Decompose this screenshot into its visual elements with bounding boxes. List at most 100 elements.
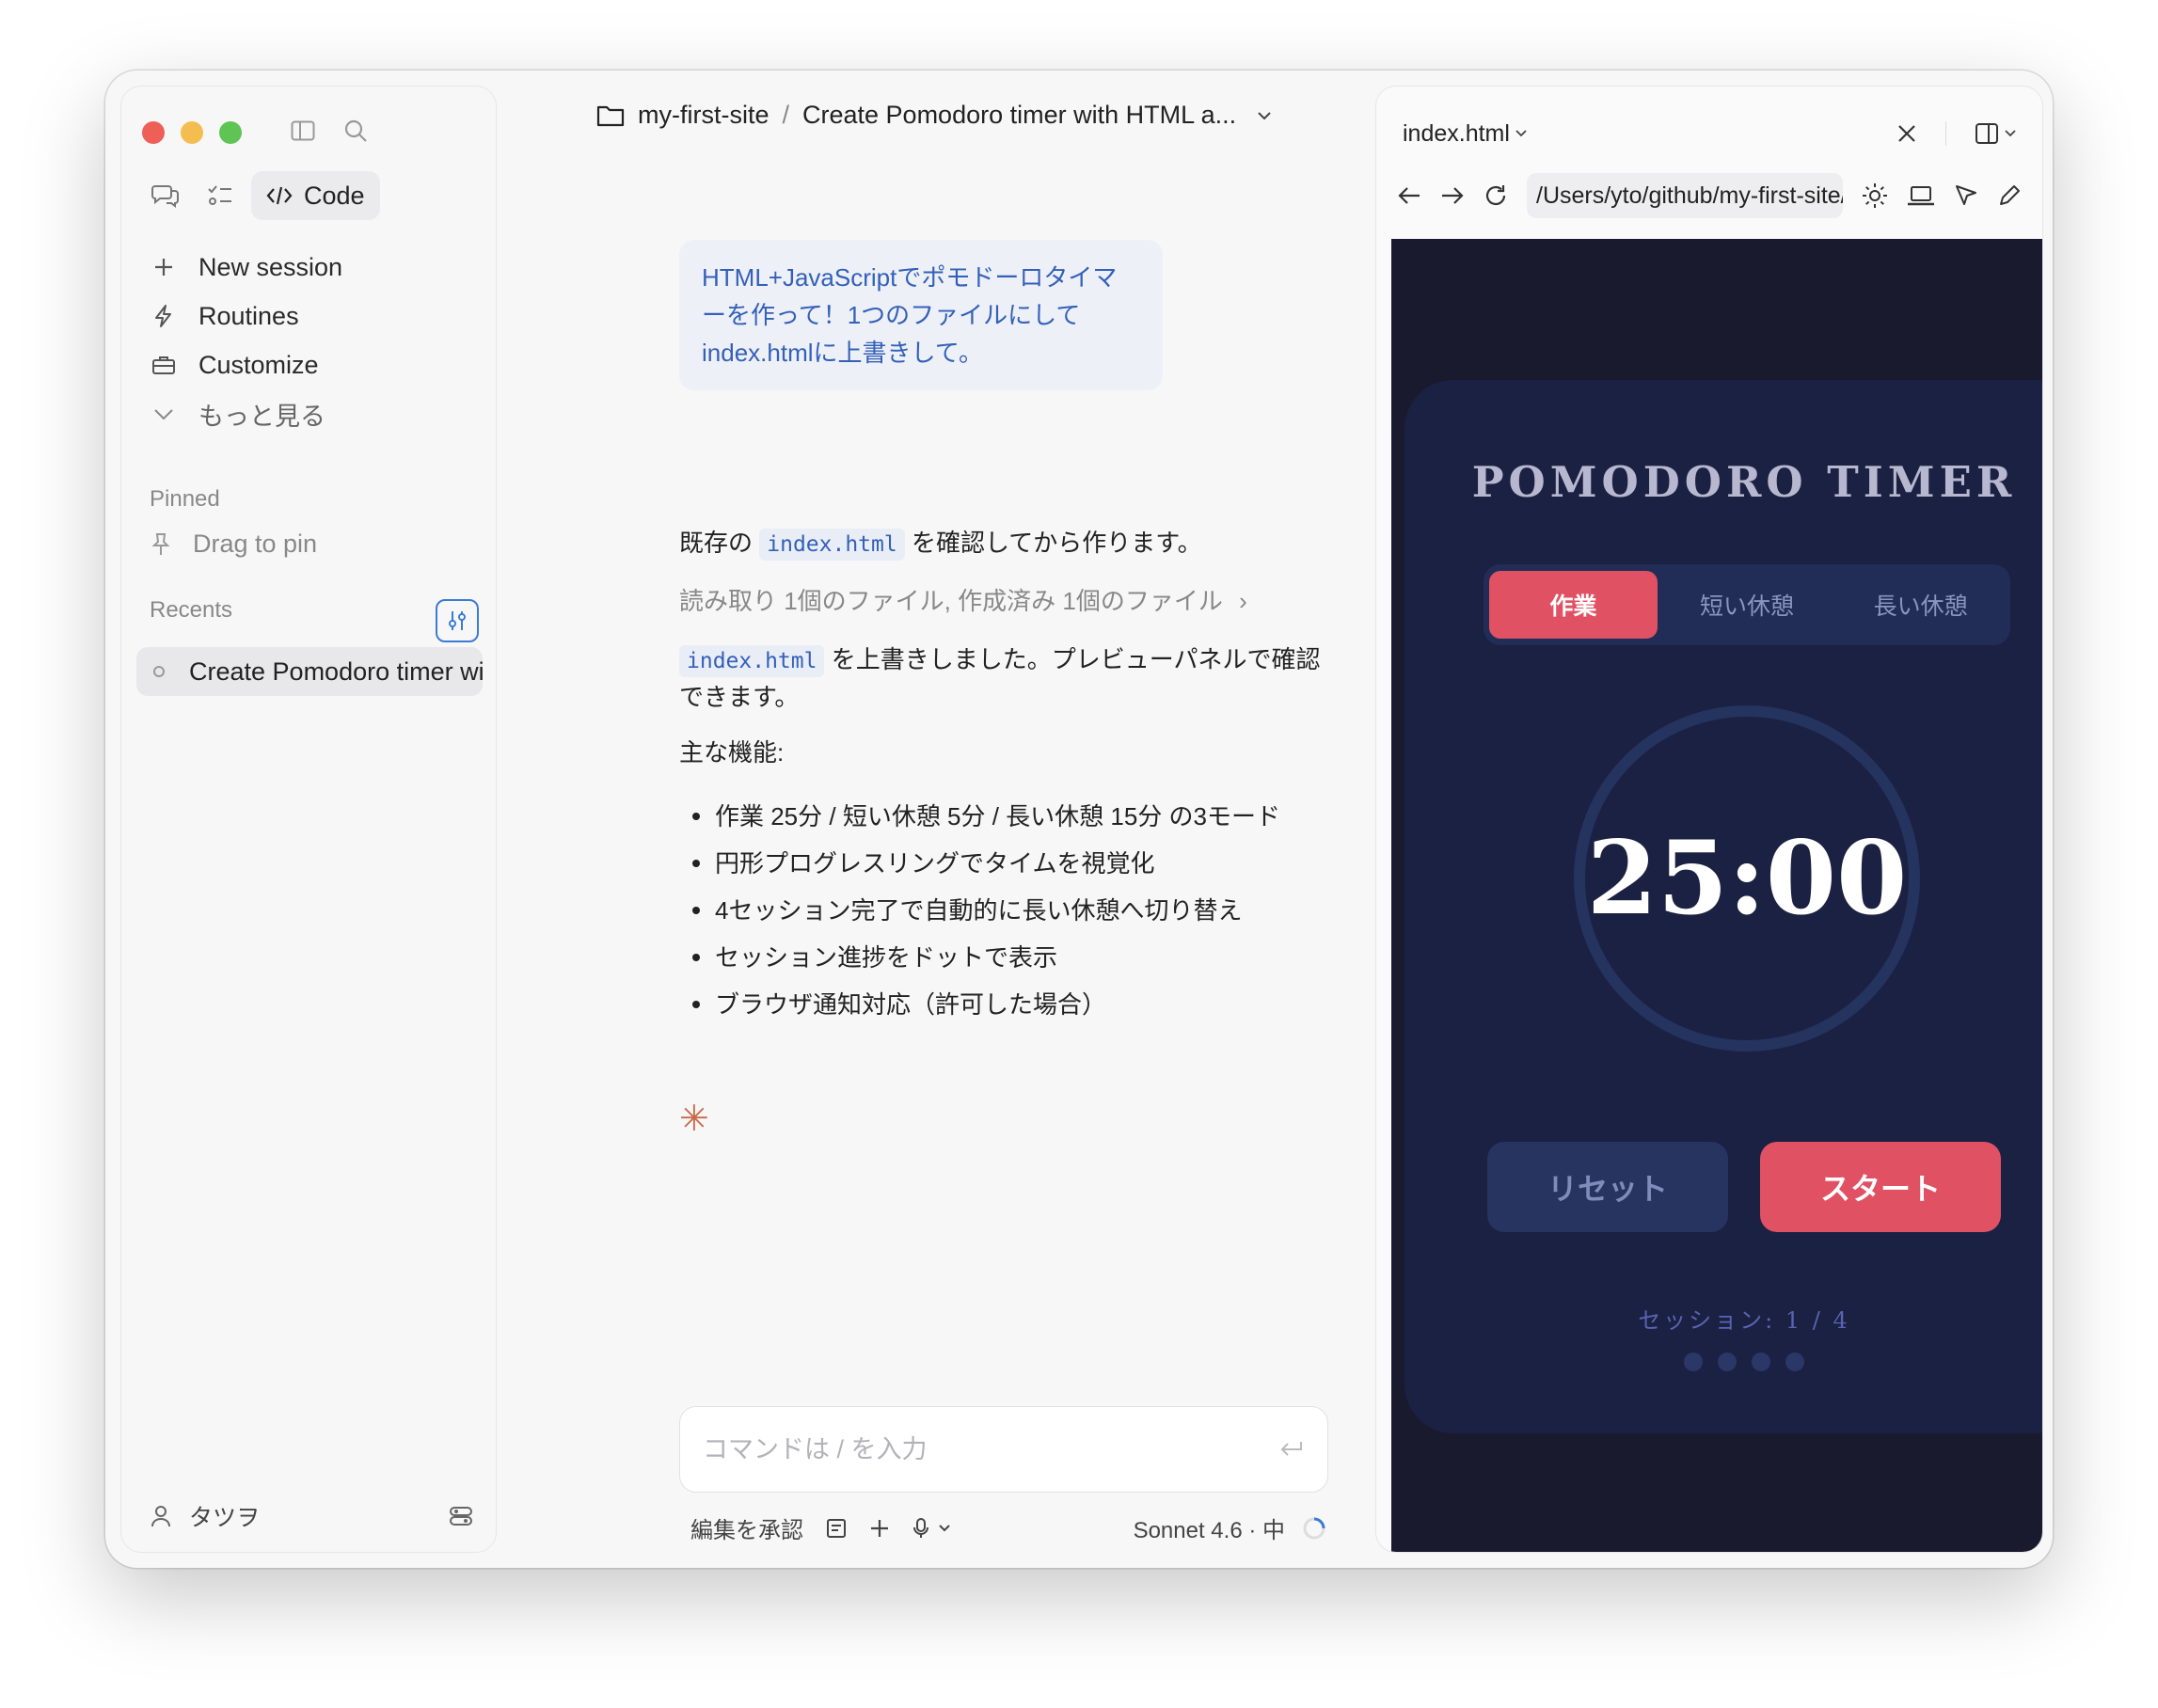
device-laptop-icon[interactable] [1907,184,1935,207]
customize-label: Customize [198,350,319,379]
session-title: Create Pomodoro timer with HTML a... [802,101,1237,129]
list-item: 作業 25分 / 短い休憩 5分 / 長い休憩 15分 の3モード [679,793,1338,840]
tab-long-break[interactable]: 長い休憩 [1836,571,2005,639]
model-selector[interactable]: Sonnet 4.6 · 中 [1134,1511,1285,1544]
chevron-down-icon [150,400,178,428]
assistant-reply-2: index.html を上書きしました。プレビューパネルで確認できます。 [679,641,1338,715]
url-field[interactable]: /Users/yto/github/my-first-site/index.ht… [1527,173,1843,218]
inline-code: index.html [679,645,825,677]
chat-panel: my-first-site / Create Pomodoro timer wi… [512,71,1358,1568]
routines-button[interactable]: Routines [142,292,481,340]
project-name: my-first-site [638,101,770,129]
sidebar-nav: New session Routines Customize もっと見る [142,243,481,438]
chevron-down-icon [1515,130,1527,137]
inline-code: index.html [759,529,905,561]
more-button[interactable]: もっと見る [142,389,481,438]
session-dot [1718,1352,1737,1371]
reply1-post: を確認してから作ります。 [911,529,1202,557]
session-dot [1785,1352,1804,1371]
close-icon[interactable] [1896,123,1917,144]
prompt-box [679,1406,1328,1493]
sliders-icon [449,611,466,630]
user-menu[interactable]: タツヲ [150,1499,260,1533]
chevron-right-icon: › [1239,587,1247,615]
pomodoro-card: POMODORO TIMER 作業 短い休憩 長い休憩 25:00 リセット ス… [1404,380,2042,1433]
tool-summary-label: 読み取り 1個のファイル, 作成済み 1個のファイル [679,587,1223,615]
minimize-window-button[interactable] [181,121,203,144]
recent-session-item[interactable]: Create Pomodoro timer with HTML and Java… [136,647,483,696]
pin-dropzone[interactable]: Drag to pin [150,530,317,559]
mode-tabs: 作業 短い休憩 長い休憩 [1484,564,2010,645]
thinking-spinner-icon: ✳ [679,1099,709,1139]
chevron-down-icon [1258,111,1271,119]
list-item: 円形プログレスリングでタイムを視覚化 [679,840,1338,887]
customize-button[interactable]: Customize [142,340,481,389]
mode-switcher: Code [142,171,380,220]
select-cursor-icon[interactable] [1954,183,1978,208]
prompt-toolbar: 編集を承認 Sonnet 4.6 · 中 [690,1511,1326,1544]
panel-layout-icon[interactable] [1975,122,2016,145]
list-item: 4セッション完了で自動的に長い休憩へ切り替え [679,887,1338,934]
chat-header[interactable]: my-first-site / Create Pomodoro timer wi… [596,101,1311,130]
drag-to-pin-label: Drag to pin [193,530,318,558]
recents-heading: Recents [150,597,233,623]
breadcrumb-separator: / [782,101,789,129]
back-arrow-icon[interactable] [1397,185,1421,206]
bolt-icon [150,302,178,330]
window-controls [142,121,242,144]
preview-urlbar: /Users/yto/github/my-first-site/index.ht… [1376,166,2042,226]
sidebar: Code New session Routines Customize もっと見… [120,86,497,1553]
user-icon [151,1506,170,1527]
session-dots [1404,1352,2042,1371]
divider [1944,121,1946,146]
timer-controls: リセット スタート [1487,1142,2001,1232]
code-mode-button[interactable]: Code [251,171,380,220]
preview-tab[interactable]: index.html [1403,120,1527,148]
microphone-icon[interactable] [912,1517,950,1540]
session-dot [1684,1352,1703,1371]
code-icon [266,186,293,205]
routines-label: Routines [198,301,299,330]
settings-icon[interactable] [449,1505,473,1527]
preview-tab-label: index.html [1403,119,1510,147]
session-counter: セッション: 1 / 4 [1638,1307,1850,1334]
close-window-button[interactable] [142,121,165,144]
tab-work[interactable]: 作業 [1489,571,1658,639]
pencil-icon[interactable] [1997,183,2022,208]
chat-mode-icon[interactable] [142,172,189,219]
new-session-label: New session [198,252,343,281]
plus-icon [150,253,178,281]
tasks-mode-icon[interactable] [197,172,244,219]
new-session-button[interactable]: New session [142,243,481,292]
briefcase-icon [150,351,178,379]
theme-sun-icon[interactable] [1862,182,1888,209]
sidebar-toggle-icon[interactable] [289,117,317,145]
forward-arrow-icon[interactable] [1440,185,1465,206]
chevron-down-icon [2005,130,2016,137]
features-heading: 主な機能: [679,738,785,767]
reset-button[interactable]: リセット [1487,1142,1728,1232]
preview-viewport: POMODORO TIMER 作業 短い休憩 長い休憩 25:00 リセット ス… [1391,239,2042,1552]
sidebar-top-icons [289,117,370,145]
prompt-input[interactable] [703,1434,1230,1464]
user-name: タツヲ [189,1505,261,1531]
tab-short-break[interactable]: 短い休憩 [1663,571,1832,639]
filter-button[interactable] [436,599,479,642]
loading-spinner-icon [1302,1516,1326,1541]
search-icon[interactable] [341,117,370,145]
context-icon[interactable] [826,1518,847,1539]
start-button[interactable]: スタート [1760,1142,2001,1232]
preview-tabbar: index.html [1376,105,2042,162]
tool-summary[interactable]: 読み取り 1個のファイル, 作成済み 1個のファイル › [679,583,1338,619]
assistant-reply-1: 既存の index.html を確認してから作ります。 [679,525,1338,562]
enter-icon[interactable] [1278,1439,1305,1460]
accept-edits-toggle[interactable]: 編集を承認 [690,1511,803,1544]
more-label: もっと見る [198,402,325,431]
add-attachment-icon[interactable] [869,1518,890,1539]
timer-display: 25:00 [1586,819,1908,938]
session-status-icon [153,666,165,677]
sidebar-footer: タツヲ [150,1497,473,1535]
maximize-window-button[interactable] [219,121,242,144]
reload-icon[interactable] [1484,183,1508,208]
folder-icon [596,105,625,126]
